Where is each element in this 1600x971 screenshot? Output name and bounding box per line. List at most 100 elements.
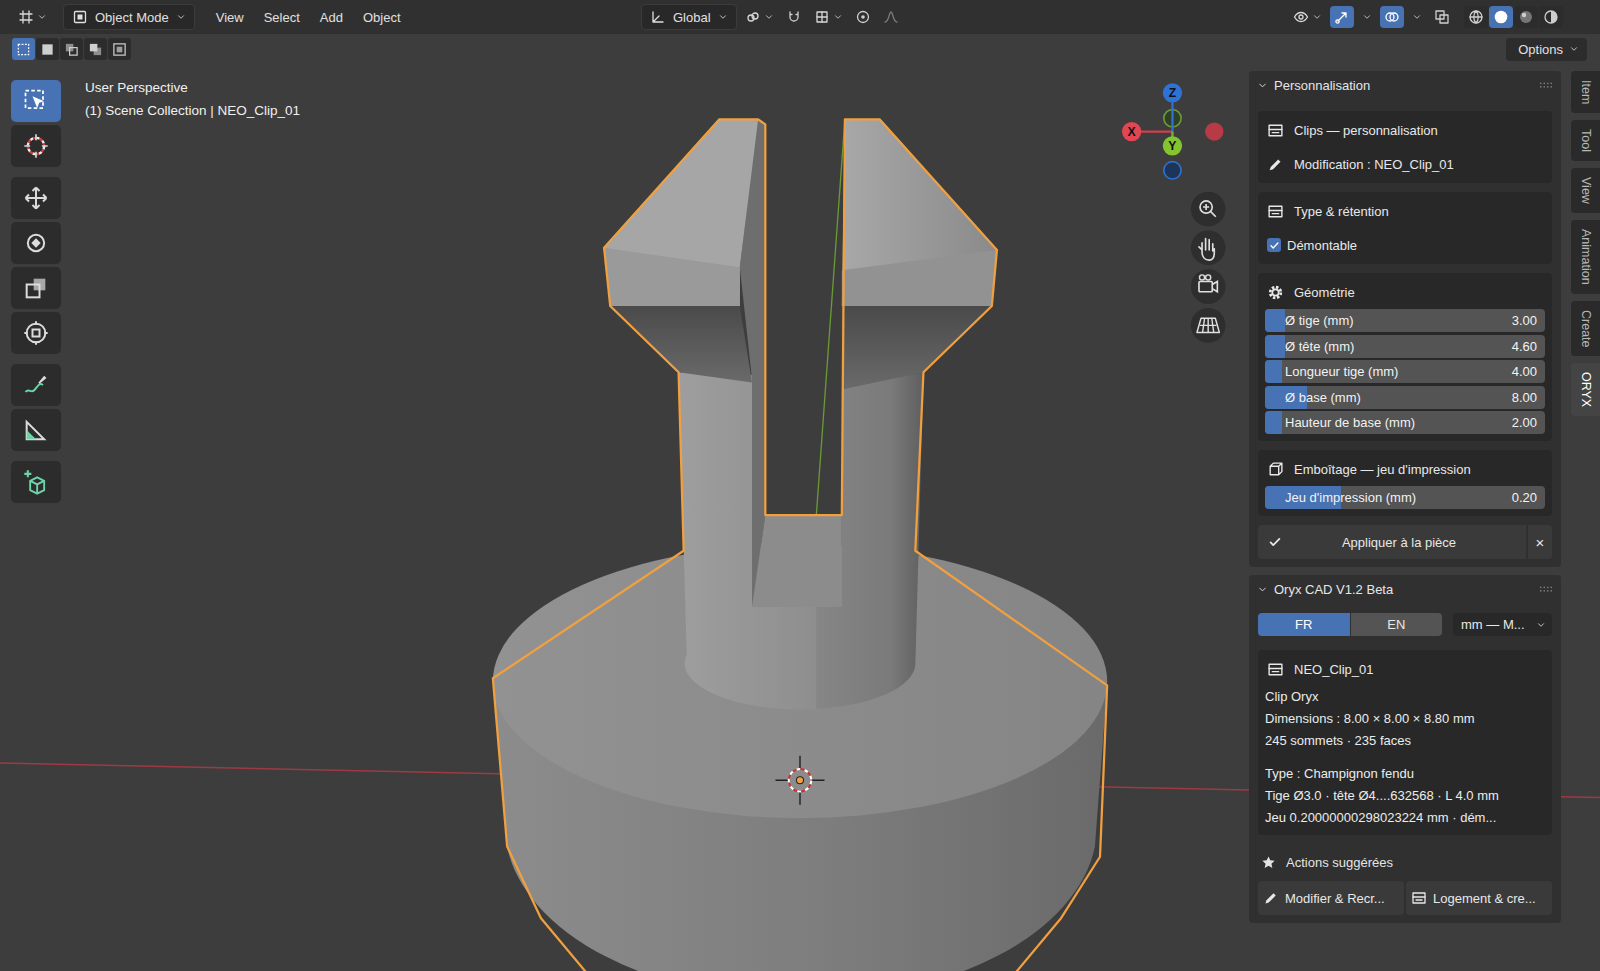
- number-slider[interactable]: Ø tête (mm)4.60: [1265, 335, 1545, 358]
- eye-icon: [1293, 9, 1309, 25]
- number-slider[interactable]: Ø base (mm)8.00: [1265, 386, 1545, 409]
- fit-title: Emboîtage — jeu d'impression: [1294, 462, 1471, 477]
- number-slider[interactable]: Longueur tige (mm)4.00: [1265, 360, 1545, 383]
- gizmo-toggle[interactable]: [1330, 6, 1354, 28]
- select-mode-button[interactable]: [108, 38, 131, 60]
- tool-button[interactable]: [11, 80, 61, 122]
- slider-value: 3.00: [1512, 313, 1537, 328]
- pan-button[interactable]: [1191, 231, 1226, 266]
- panel-header[interactable]: Personnalisation: [1249, 71, 1561, 99]
- checkbox[interactable]: [1267, 238, 1281, 252]
- language-toggle: FREN: [1258, 613, 1442, 636]
- collapse-arrow-icon: [1257, 584, 1268, 595]
- info-group: Type : Champignon fenduTige Ø3.0 · tête …: [1265, 763, 1545, 829]
- sidebar-tab[interactable]: Item: [1571, 71, 1600, 113]
- tool-button[interactable]: [11, 222, 61, 264]
- orientation-icon: [650, 9, 666, 25]
- tool-button[interactable]: [11, 364, 61, 406]
- select-mode-button[interactable]: [36, 38, 59, 60]
- sidebar-tab[interactable]: Create: [1571, 301, 1600, 357]
- tool-button[interactable]: [11, 461, 61, 503]
- snap-toggle[interactable]: [782, 6, 806, 28]
- zoom-button[interactable]: [1191, 192, 1226, 227]
- orientation-dropdown[interactable]: Global: [641, 4, 737, 30]
- mode-dropdown[interactable]: Object Mode: [63, 4, 195, 30]
- pivot-dropdown[interactable]: [741, 6, 778, 28]
- sidebar-tab[interactable]: View: [1571, 168, 1600, 213]
- axis-label[interactable]: X: [1128, 125, 1137, 139]
- actions-row: Modifier & Recr...Logement & cre...: [1258, 881, 1552, 915]
- viewport-body: User Perspective(1) Scene Collection | N…: [0, 64, 1600, 971]
- tool-button[interactable]: [11, 177, 61, 219]
- intro-subtitle: Modification : NEO_Clip_01: [1294, 157, 1454, 172]
- number-slider[interactable]: Jeu d'impression (mm)0.20: [1265, 486, 1545, 509]
- select-mode-button[interactable]: [84, 38, 107, 60]
- slider-label: Ø tige (mm): [1285, 313, 1354, 328]
- visibility-dropdown[interactable]: [1289, 6, 1326, 28]
- tool-button[interactable]: [11, 409, 61, 451]
- camera-button[interactable]: [1191, 269, 1226, 304]
- object-name: NEO_Clip_01: [1294, 662, 1374, 677]
- overlay-dropdown[interactable]: [1408, 9, 1426, 25]
- panel-title: Oryx CAD V1.2 Beta: [1274, 582, 1533, 597]
- action-button[interactable]: Modifier & Recr...: [1258, 881, 1404, 915]
- slider-fill: [1265, 335, 1285, 358]
- language-button[interactable]: FR: [1258, 613, 1350, 636]
- panel-header[interactable]: Oryx CAD V1.2 Beta: [1249, 575, 1561, 603]
- slider-label: Longueur tige (mm): [1285, 364, 1398, 379]
- toolbar: [11, 80, 61, 971]
- action-button[interactable]: Logement & cre...: [1406, 881, 1552, 915]
- 3d-cursor-icon[interactable]: [776, 756, 825, 805]
- select-mode-button[interactable]: [60, 38, 83, 60]
- falloff-dropdown[interactable]: [879, 6, 903, 28]
- close-button[interactable]: ×: [1528, 525, 1552, 559]
- xray-toggle[interactable]: [1430, 6, 1454, 28]
- ortho-toggle-button[interactable]: [1191, 308, 1226, 343]
- apply-button[interactable]: Appliquer à la pièce: [1258, 525, 1526, 559]
- checkbox-row[interactable]: Démontable: [1265, 228, 1545, 262]
- gizmo-icon: [1334, 9, 1350, 25]
- units-dropdown[interactable]: mm — M...: [1453, 613, 1552, 636]
- shading-button[interactable]: [1464, 6, 1488, 28]
- editor-type-icon: [18, 9, 34, 25]
- number-slider[interactable]: Hauteur de base (mm)2.00: [1265, 411, 1545, 434]
- shading-button[interactable]: [1489, 6, 1513, 28]
- slider-label: Ø tête (mm): [1285, 339, 1354, 354]
- chevron-icon: [764, 12, 774, 22]
- menu-item[interactable]: Select: [255, 7, 309, 28]
- number-slider[interactable]: Ø tige (mm) 3.00: [1265, 309, 1545, 332]
- axis-label[interactable]: Y: [1168, 139, 1176, 153]
- navigation-gizmo[interactable]: [1122, 83, 1224, 179]
- sidebar-tab[interactable]: ORYX: [1571, 363, 1600, 416]
- tool-button[interactable]: [11, 125, 61, 167]
- gizmo-dropdown[interactable]: [1358, 9, 1376, 25]
- tool-button[interactable]: [11, 312, 61, 354]
- proportional-toggle[interactable]: [851, 6, 875, 28]
- star-icon: [1261, 855, 1276, 870]
- language-button[interactable]: EN: [1351, 613, 1443, 636]
- actions-title: Actions suggérées: [1286, 855, 1393, 870]
- view-name: User Perspective: [85, 76, 1249, 99]
- shading-button[interactable]: [1514, 6, 1538, 28]
- snap-target-dropdown[interactable]: [810, 6, 847, 28]
- sidebar-tab[interactable]: Tool: [1571, 120, 1600, 161]
- grip-icon: [1539, 582, 1553, 596]
- shading-button[interactable]: [1539, 6, 1563, 28]
- editor-type-button[interactable]: [14, 6, 51, 28]
- sidebar-tab[interactable]: Animation: [1571, 220, 1600, 294]
- slider-value: 2.00: [1512, 415, 1537, 430]
- solid-icon: [1493, 9, 1509, 25]
- chevron-icon: [833, 12, 843, 22]
- select-mode-button[interactable]: [12, 38, 35, 60]
- sidebar-tabs: Item Tool View Animation Create ORYX: [1571, 71, 1600, 971]
- menu-item[interactable]: View: [207, 7, 253, 28]
- overlay-toggle[interactable]: [1380, 6, 1404, 28]
- options-button[interactable]: Options: [1506, 38, 1587, 61]
- menu-item[interactable]: Add: [311, 7, 352, 28]
- ui-layer: Object ModeViewSelectAddObjectGlobalOpti…: [0, 0, 1600, 971]
- tool-button[interactable]: [11, 267, 61, 309]
- axis-label[interactable]: Z: [1169, 86, 1177, 100]
- menu-item[interactable]: Object: [354, 7, 410, 28]
- transform-icon: [22, 319, 50, 347]
- clip-model[interactable]: [493, 119, 1107, 971]
